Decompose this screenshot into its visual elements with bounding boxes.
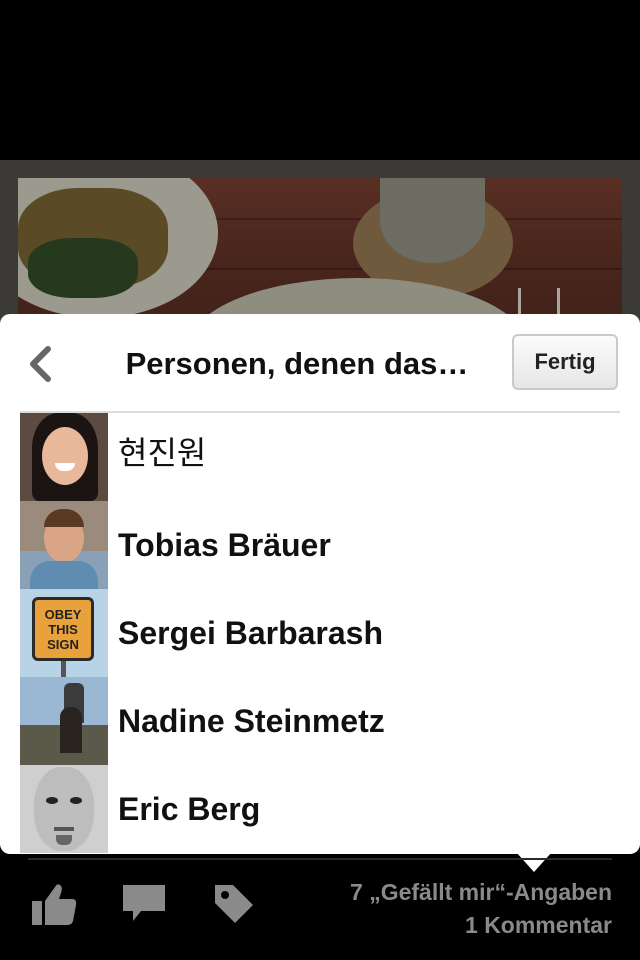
tag-button[interactable] <box>208 878 260 930</box>
back-button[interactable] <box>18 340 62 388</box>
person-name[interactable]: Eric Berg <box>118 787 260 831</box>
list-item[interactable]: 현진원 <box>20 413 620 501</box>
list-item[interactable]: Tobias Bräuer <box>20 501 620 589</box>
chevron-left-icon <box>30 346 51 382</box>
list-item[interactable]: OBEY THIS SIGN Sergei Barbarash <box>20 589 620 677</box>
person-name[interactable]: Sergei Barbarash <box>118 611 383 655</box>
likes-count[interactable]: 7 „Gefällt mir“-Angaben <box>350 876 612 909</box>
avatar[interactable] <box>20 765 108 853</box>
avatar[interactable]: OBEY THIS SIGN <box>20 589 108 677</box>
comment-button[interactable] <box>118 878 170 930</box>
person-list: 현진원 Tobias Bräuer OBEY THIS SIGN Sergei <box>20 413 620 853</box>
avatar[interactable] <box>20 501 108 589</box>
done-button[interactable]: Fertig <box>512 334 618 390</box>
popup-title: Personen, denen das… <box>125 346 469 381</box>
sign-line: OBEY <box>44 606 82 622</box>
popup-pointer <box>516 852 552 872</box>
person-name[interactable]: 현진원 <box>118 431 206 475</box>
comments-count[interactable]: 1 Kommentar <box>350 909 612 942</box>
list-item[interactable]: Eric Berg <box>20 765 620 853</box>
reaction-stats[interactable]: 7 „Gefällt mir“-Angaben 1 Kommentar <box>350 876 612 942</box>
popup-header: Personen, denen das… Fertig <box>0 314 640 413</box>
likes-popup: Personen, denen das… Fertig 현진원 Tobias B… <box>0 314 640 854</box>
bottom-divider <box>28 858 612 860</box>
avatar[interactable] <box>20 413 108 501</box>
thumbs-up-icon <box>32 884 77 925</box>
list-item[interactable]: Nadine Steinmetz <box>20 677 620 765</box>
person-name[interactable]: Nadine Steinmetz <box>118 699 385 743</box>
like-button[interactable] <box>28 878 80 930</box>
sign-line: THIS <box>48 621 78 637</box>
screen: Personen, denen das… Fertig 현진원 Tobias B… <box>0 0 640 960</box>
comment-icon <box>123 885 165 921</box>
sign-line: SIGN <box>47 636 79 652</box>
person-name[interactable]: Tobias Bräuer <box>118 523 331 567</box>
avatar[interactable] <box>20 677 108 765</box>
tag-icon <box>215 885 253 923</box>
avatar-sign: OBEY THIS SIGN <box>32 597 94 661</box>
